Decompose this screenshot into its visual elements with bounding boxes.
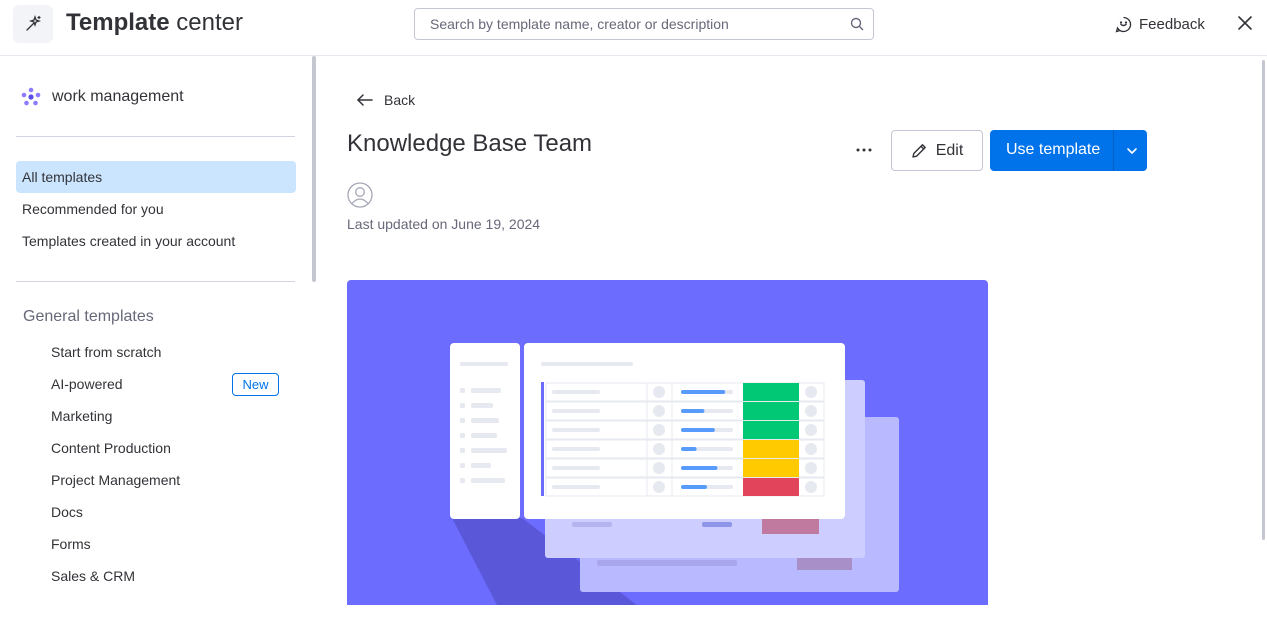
category-label: Forms [51, 536, 91, 552]
feedback-label: Feedback [1139, 15, 1205, 33]
arrow-left-icon [357, 94, 373, 106]
main-scrollbar[interactable] [1262, 60, 1265, 540]
sidebar-item-label: Templates created in your account [22, 233, 236, 249]
sidebar-item-account-templates[interactable]: Templates created in your account [16, 225, 296, 257]
preview-status-cell [743, 459, 799, 477]
feedback-icon [1115, 16, 1132, 32]
category-forms[interactable]: Forms [51, 532, 281, 556]
close-icon[interactable] [1235, 13, 1255, 33]
preview-status-cell [743, 421, 799, 439]
preview-avatar [653, 386, 665, 398]
edit-label: Edit [935, 141, 964, 159]
preview-status-cell [743, 383, 799, 401]
category-docs[interactable]: Docs [51, 500, 281, 524]
sidebar-item-label: Recommended for you [22, 201, 164, 217]
search-box[interactable] [414, 8, 874, 40]
preview-avatar [805, 443, 817, 455]
preview-status-cell [743, 402, 799, 420]
search-input[interactable] [430, 9, 840, 39]
preview-avatar [653, 405, 665, 417]
preview-avatar [805, 386, 817, 398]
feedback-button[interactable]: Feedback [1115, 13, 1205, 35]
button-divider [1113, 130, 1114, 171]
creator-avatar [347, 182, 373, 208]
sidebar-item-recommended[interactable]: Recommended for you [16, 193, 296, 225]
category-label: Docs [51, 504, 83, 520]
sidebar-divider [16, 136, 295, 137]
preview-row-text [552, 428, 600, 432]
back-label: Back [384, 92, 416, 108]
preview-row-text [552, 485, 600, 489]
preview-row-text [552, 466, 600, 470]
preview-progress-fill [681, 409, 705, 413]
sidebar-scrollbar[interactable] [312, 56, 316, 282]
more-icon [856, 148, 872, 152]
category-label: Start from scratch [51, 344, 162, 360]
category-sales-crm[interactable]: Sales & CRM [51, 564, 281, 588]
preview-avatar [653, 443, 665, 455]
preview-avatar [653, 481, 665, 493]
board-illustration [347, 280, 988, 605]
category-label: Project Management [51, 472, 181, 488]
preview-avatar [805, 481, 817, 493]
work-management-logo-icon [21, 87, 41, 106]
preview-row-text [552, 447, 600, 451]
chevron-down-icon[interactable] [1126, 145, 1138, 157]
category-label: Content Production [51, 440, 171, 456]
app-title: Template center [66, 9, 243, 36]
category-marketing[interactable]: Marketing [51, 404, 281, 428]
category-start-from-scratch[interactable]: Start from scratch [51, 340, 281, 364]
preview-avatar [805, 462, 817, 474]
category-label: AI-powered [51, 376, 123, 392]
workspace-switcher[interactable]: work management [20, 86, 184, 108]
use-template-label: Use template [1006, 141, 1101, 158]
preview-avatar [805, 424, 817, 436]
preview-avatar [653, 462, 665, 474]
section-title: General templates [23, 308, 154, 325]
preview-status-cell [743, 478, 799, 496]
preview-progress-fill [681, 485, 707, 489]
template-title: Knowledge Base Team [347, 130, 593, 157]
back-button[interactable]: Back [356, 92, 415, 108]
category-content-production[interactable]: Content Production [51, 436, 281, 460]
preview-progress-fill [681, 447, 697, 451]
preview-row-text [552, 409, 600, 413]
preview-avatar [653, 424, 665, 436]
new-badge: New [232, 373, 279, 396]
preview-row-text [552, 390, 600, 394]
more-options-button[interactable] [848, 136, 880, 164]
workspace-name: work management [52, 88, 184, 105]
category-project-management[interactable]: Project Management [51, 468, 281, 492]
top-bar: Template center Feedback [0, 0, 1267, 56]
sidebar-item-label: All templates [22, 169, 103, 185]
preview-status-cell [743, 440, 799, 458]
last-updated: Last updated on June 19, 2024 [347, 216, 541, 232]
edit-button[interactable]: Edit [891, 130, 983, 171]
sidebar-item-all-templates[interactable]: All templates [16, 161, 296, 193]
search-icon[interactable] [850, 17, 864, 31]
category-label: Marketing [51, 408, 113, 424]
preview-progress-fill [681, 466, 718, 470]
pencil-icon [912, 144, 926, 158]
preview-avatar [805, 405, 817, 417]
preview-progress-fill [681, 428, 715, 432]
sidebar-divider [16, 281, 295, 282]
category-label: Sales & CRM [51, 568, 136, 584]
preview-progress-fill [681, 390, 726, 394]
template-preview-image [347, 280, 988, 605]
use-template-button[interactable]: Use template [990, 130, 1147, 171]
magic-wand-icon [13, 5, 53, 43]
